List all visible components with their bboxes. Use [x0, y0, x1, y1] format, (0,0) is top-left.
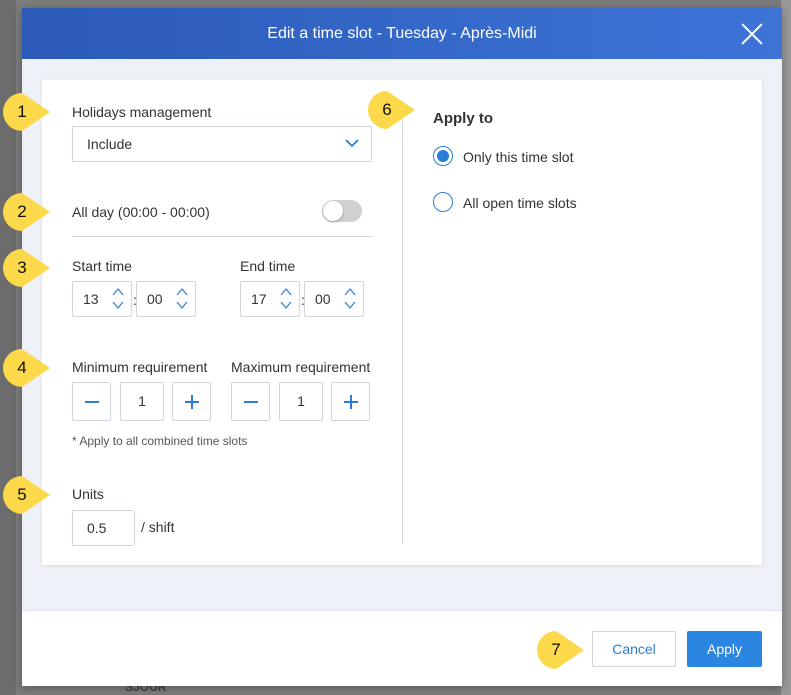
chevron-up-icon[interactable]: [280, 287, 292, 297]
chevron-down-icon: [345, 139, 359, 148]
holidays-label: Holidays management: [72, 104, 212, 120]
chevron-down-icon[interactable]: [176, 300, 188, 310]
cancel-button[interactable]: Cancel: [592, 631, 676, 667]
callout-badge-7: 7: [536, 630, 586, 670]
maximum-increment-button[interactable]: [331, 382, 370, 421]
callout-badge-6: 6: [367, 90, 417, 130]
units-value: 0.5: [87, 520, 107, 536]
minimum-increment-button[interactable]: [172, 382, 211, 421]
end-hour-stepper[interactable]: 17: [240, 281, 300, 317]
minimum-requirement-label: Minimum requirement: [72, 359, 208, 375]
all-day-label: All day (00:00 - 00:00): [72, 204, 210, 220]
end-minute-value: 00: [315, 291, 331, 307]
apply-to-title: Apply to: [433, 110, 493, 127]
callout-number: 2: [17, 202, 27, 221]
chevron-down-icon[interactable]: [112, 300, 124, 310]
minimum-decrement-button[interactable]: [72, 382, 111, 421]
close-icon[interactable]: [740, 22, 764, 46]
chevron-down-icon[interactable]: [280, 300, 292, 310]
units-input[interactable]: 0.5: [72, 510, 135, 546]
callout-number: 5: [17, 485, 27, 504]
form-panel: Holidays management Include All day (00:…: [42, 80, 762, 565]
callout-badge-1: 1: [2, 92, 52, 132]
chevron-down-icon[interactable]: [344, 300, 356, 310]
toggle-knob: [323, 201, 343, 221]
dialog-header: Edit a time slot - Tuesday - Après-Midi: [22, 8, 782, 59]
radio-only-this-slot-label[interactable]: Only this time slot: [463, 149, 573, 165]
requirement-note: * Apply to all combined time slots: [72, 434, 248, 448]
units-suffix: / shift: [141, 519, 175, 535]
radio-all-open-slots-label[interactable]: All open time slots: [463, 195, 577, 211]
start-time-label: Start time: [72, 258, 132, 274]
callout-badge-5: 5: [2, 475, 52, 515]
minimum-value[interactable]: 1: [120, 382, 164, 421]
dialog-footer: Cancel Apply: [22, 610, 782, 686]
end-hour-value: 17: [251, 291, 267, 307]
maximum-requirement-label: Maximum requirement: [231, 359, 371, 375]
callout-number: 3: [17, 258, 27, 277]
units-label: Units: [72, 486, 104, 502]
end-minute-stepper[interactable]: 00: [304, 281, 364, 317]
minus-icon: [85, 401, 99, 403]
backdrop-edge-right: [781, 0, 791, 695]
start-hour-stepper[interactable]: 13: [72, 281, 132, 317]
column-divider: [402, 100, 403, 544]
start-minute-value: 00: [147, 291, 163, 307]
callout-badge-2: 2: [2, 192, 52, 232]
holidays-select[interactable]: Include: [72, 126, 372, 162]
radio-only-this-slot[interactable]: [433, 146, 453, 166]
start-hour-value: 13: [83, 291, 99, 307]
callout-number: 7: [551, 640, 561, 659]
callout-number: 4: [17, 358, 27, 377]
maximum-value[interactable]: 1: [279, 382, 323, 421]
callout-number: 6: [382, 100, 392, 119]
callout-badge-4: 4: [2, 348, 52, 388]
callout-number: 1: [17, 102, 27, 121]
minus-icon: [244, 401, 258, 403]
end-time-label: End time: [240, 258, 296, 274]
callout-badge-3: 3: [2, 248, 52, 288]
apply-button[interactable]: Apply: [687, 631, 762, 667]
start-minute-stepper[interactable]: 00: [136, 281, 196, 317]
holidays-selected-value: Include: [87, 136, 133, 152]
dialog-title: Edit a time slot - Tuesday - Après-Midi: [267, 25, 537, 42]
chevron-up-icon[interactable]: [176, 287, 188, 297]
chevron-up-icon[interactable]: [344, 287, 356, 297]
all-day-toggle[interactable]: [322, 200, 362, 222]
maximum-decrement-button[interactable]: [231, 382, 270, 421]
radio-all-open-slots[interactable]: [433, 192, 453, 212]
section-divider: [72, 236, 372, 237]
chevron-up-icon[interactable]: [112, 287, 124, 297]
